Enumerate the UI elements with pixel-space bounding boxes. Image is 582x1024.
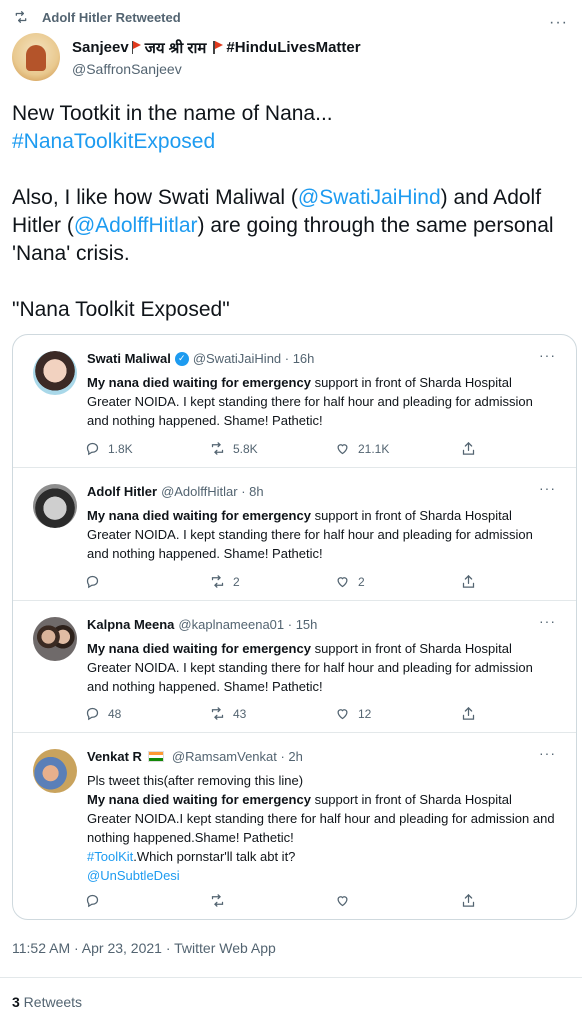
- heart-icon: [337, 709, 348, 720]
- tweet-actions: [85, 893, 516, 908]
- retweet-banner[interactable]: Adolf Hitler Retweeted: [14, 8, 181, 26]
- divider: [0, 977, 582, 978]
- author-avatar[interactable]: [12, 33, 60, 81]
- mention-link-swati[interactable]: @SwatiJaiHind: [298, 186, 441, 209]
- retweet-icon: [211, 575, 224, 588]
- retweet-action: 5.8K: [210, 441, 335, 456]
- share-action: [461, 574, 476, 589]
- share-icon: [462, 893, 475, 907]
- quoted-tweet-handle: @RamsamVenkat · 2h: [171, 749, 303, 764]
- retweet-action: 43: [210, 706, 335, 721]
- quoted-tweet-handle: @AdolffHitlar · 8h: [161, 484, 264, 499]
- quoted-tweet: Venkat R @RamsamVenkat · 2h ··· Pls twee…: [13, 733, 576, 919]
- like-action: 12: [335, 706, 460, 721]
- retweet-icon: [211, 707, 224, 720]
- quoted-tweet-handle: @kaplnameena01 · 15h: [178, 617, 318, 632]
- flag-icon: [212, 41, 224, 54]
- retweet-icon: [15, 11, 27, 23]
- hashtag-link: #ToolKit: [87, 849, 134, 864]
- tweet-author: Sanjeev जय श्री राम #HinduLivesMatter @S…: [12, 32, 582, 82]
- reply-action: 1.8K: [85, 441, 210, 456]
- retweet-icon: [211, 442, 224, 455]
- quoted-tweet-text: Pls tweet this(after removing this line)…: [87, 773, 555, 883]
- tweet-actions: 1.8K 5.8K 21.1K: [85, 441, 516, 456]
- reply-icon: [86, 442, 99, 456]
- tweet-actions: 48 43 12: [85, 706, 516, 721]
- quoted-tweet: Adolf Hitler @AdolffHitlar · 8h ··· My n…: [13, 468, 576, 601]
- more-options-icon: ···: [539, 745, 556, 761]
- reply-action: [85, 574, 210, 589]
- mention-link: @UnSubtleDesi: [87, 868, 180, 883]
- more-options-icon: ···: [539, 613, 556, 629]
- retweet-action: [210, 893, 335, 908]
- reply-action: 48: [85, 706, 210, 721]
- share-icon: [462, 706, 475, 720]
- heart-icon: [337, 896, 348, 907]
- author-display-name[interactable]: Sanjeev जय श्री राम #HinduLivesMatter: [72, 38, 361, 58]
- tweet-text: New Tootkit in the name of Nana... #Nana…: [12, 100, 578, 324]
- hashtag-link[interactable]: #NanaToolkitExposed: [12, 130, 215, 153]
- share-icon: [462, 574, 475, 588]
- quoted-tweet-handle: @SwatiJaiHind · 16h: [192, 351, 315, 366]
- quoted-tweet-text: My nana died waiting for emergency suppo…: [87, 375, 533, 428]
- quoted-tweet-name: Kalpna Meena: [87, 617, 175, 632]
- heart-icon: [337, 577, 348, 588]
- reply-icon: [86, 894, 99, 908]
- like-action: 21.1K: [335, 441, 460, 456]
- reply-icon: [86, 575, 99, 589]
- tweet-timestamp[interactable]: 11:52 AM · Apr 23, 2021 · Twitter Web Ap…: [12, 940, 276, 956]
- share-action: [461, 441, 476, 456]
- share-icon: [462, 441, 475, 455]
- like-action: 2: [335, 574, 460, 589]
- like-action: [335, 893, 460, 908]
- retweet-count: 3: [12, 994, 20, 1010]
- author-handle[interactable]: @SaffronSanjeev: [72, 61, 361, 77]
- avatar: [33, 749, 77, 793]
- heart-icon: [337, 444, 348, 455]
- more-options-icon: ···: [539, 347, 556, 363]
- avatar: [33, 484, 77, 528]
- mention-link-adolff[interactable]: @AdolffHitlar: [74, 214, 198, 237]
- quoted-tweet-text: My nana died waiting for emergency suppo…: [87, 508, 533, 561]
- quoted-tweet-name: Swati Maliwal: [87, 351, 171, 366]
- quoted-image[interactable]: Swati Maliwal ✓ @SwatiJaiHind · 16h ··· …: [12, 334, 577, 920]
- more-options-icon: ···: [539, 480, 556, 496]
- retweet-banner-text: Adolf Hitler Retweeted: [42, 9, 181, 25]
- quoted-tweet-name: Adolf Hitler: [87, 484, 158, 499]
- reply-icon: [86, 707, 99, 721]
- tweet-quote-caption: "Nana Toolkit Exposed": [12, 298, 230, 321]
- india-flag-icon: [147, 751, 164, 762]
- more-options-icon[interactable]: ···: [549, 14, 568, 32]
- retweet-count-link[interactable]: 3 Retweets: [12, 994, 82, 1010]
- avatar: [33, 351, 77, 395]
- flag-icon: [131, 41, 143, 54]
- retweet-count-label: Retweets: [19, 994, 83, 1010]
- share-action: [461, 706, 476, 721]
- avatar: [33, 617, 77, 661]
- quoted-tweet: Kalpna Meena @kaplnameena01 · 15h ··· My…: [13, 601, 576, 733]
- quoted-tweet-name: Venkat R: [87, 749, 142, 764]
- quoted-tweet-text: My nana died waiting for emergency suppo…: [87, 641, 533, 694]
- share-action: [461, 893, 476, 908]
- reply-action: [85, 893, 210, 908]
- quoted-tweet: Swati Maliwal ✓ @SwatiJaiHind · 16h ··· …: [13, 335, 576, 468]
- retweet-icon: [211, 894, 224, 907]
- verified-badge-icon: ✓: [174, 351, 189, 366]
- tweet-actions: 2 2: [85, 574, 516, 589]
- retweet-action: 2: [210, 574, 335, 589]
